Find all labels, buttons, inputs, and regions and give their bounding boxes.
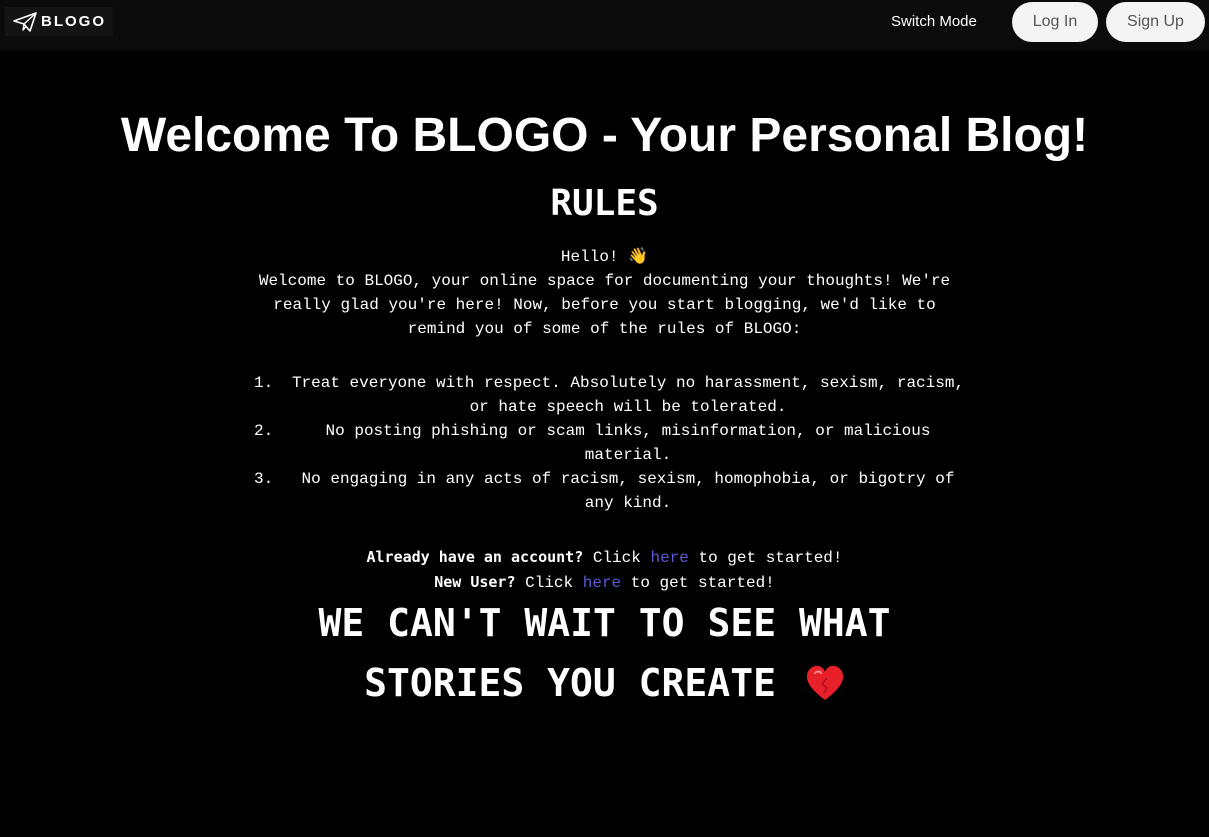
- heart-icon: [805, 659, 845, 700]
- rules-list: 1. Treat everyone with respect. Absolute…: [250, 371, 970, 515]
- existing-user-click: Click: [592, 549, 641, 567]
- existing-user-line: Already have an account? Click here to g…: [0, 545, 1209, 570]
- login-button[interactable]: Log In: [1012, 2, 1098, 42]
- rule-item: 1. Treat everyone with respect. Absolute…: [250, 371, 970, 419]
- page-title: Welcome To BLOGO - Your Personal Blog!: [120, 109, 1089, 162]
- rule-number: 2.: [254, 422, 274, 440]
- signup-here-link[interactable]: here: [583, 574, 621, 592]
- waving-hand-icon: 👋: [628, 248, 649, 266]
- new-user-suffix: to get started!: [630, 574, 775, 592]
- account-prompts: Already have an account? Click here to g…: [0, 545, 1209, 595]
- closing-line-2-text: STORIES YOU CREATE: [364, 661, 776, 705]
- rule-text: Treat everyone with respect. Absolutely …: [291, 374, 965, 416]
- existing-user-suffix: to get started!: [698, 549, 843, 567]
- rule-item: 3. No engaging in any acts of racism, se…: [250, 467, 970, 515]
- new-user-line: New User? Click here to get started!: [0, 570, 1209, 595]
- closing-line-2: STORIES YOU CREATE: [0, 653, 1209, 713]
- rule-text: No posting phishing or scam links, misin…: [325, 422, 931, 464]
- rule-number: 3.: [254, 470, 274, 488]
- greeting: Hello! 👋: [250, 245, 959, 269]
- closing-line-1: WE CAN'T WAIT TO SEE WHAT: [318, 601, 891, 645]
- rules-heading: RULES: [550, 183, 659, 224]
- rule-number: 1.: [254, 374, 274, 392]
- rule-item: 2. No posting phishing or scam links, mi…: [250, 419, 970, 467]
- greeting-text: Hello!: [560, 248, 619, 266]
- paper-plane-icon: [13, 11, 37, 32]
- existing-user-label: Already have an account?: [366, 548, 584, 566]
- signup-button[interactable]: Sign Up: [1106, 2, 1205, 42]
- brand-name: BLOGO: [41, 13, 106, 30]
- login-here-link[interactable]: here: [650, 549, 688, 567]
- rule-text: No engaging in any acts of racism, sexis…: [301, 470, 955, 512]
- new-user-click: Click: [525, 574, 574, 592]
- intro-text: Hello! 👋 Welcome to BLOGO, your online s…: [250, 245, 959, 341]
- navbar: BLOGO Switch Mode Log In Sign Up: [0, 0, 1209, 50]
- intro-paragraph: Welcome to BLOGO, your online space for …: [258, 272, 951, 338]
- closing-message: WE CAN'T WAIT TO SEE WHAT STORIES YOU CR…: [0, 593, 1209, 713]
- brand-logo-link[interactable]: BLOGO: [5, 7, 113, 36]
- new-user-label: New User?: [434, 573, 516, 591]
- switch-mode-button[interactable]: Switch Mode: [891, 13, 977, 31]
